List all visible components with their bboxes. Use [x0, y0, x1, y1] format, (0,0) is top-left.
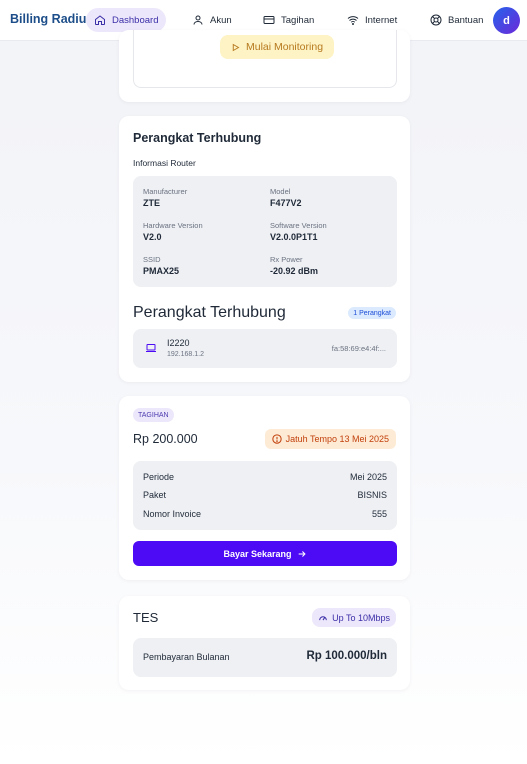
- detail-label: Paket: [143, 490, 167, 500]
- field-rx-power: Rx Power -20.92 dBm: [270, 255, 318, 276]
- lifebuoy-icon: [430, 14, 442, 26]
- field-software-version: Software Version V2.0.0P1T1: [270, 221, 327, 242]
- field-value: F477V2: [270, 198, 302, 208]
- gauge-icon: [319, 615, 327, 620]
- bill-amount: Rp 200.000: [133, 432, 198, 446]
- laptop-icon: [146, 344, 156, 352]
- field-value: PMAX25: [143, 266, 180, 276]
- field-label: Model: [270, 187, 291, 196]
- arrow-right-icon: [298, 550, 306, 557]
- bill-card: TAGIHAN Rp 200.000 Jatuh Tempo 13 Mei 20…: [119, 396, 410, 580]
- device-name: I2220: [167, 338, 190, 348]
- field-label: Software Version: [270, 221, 327, 230]
- router-info-grid: Manufacturer ZTE Model F477V2 Hardware V…: [133, 176, 397, 287]
- detail-value: BISNIS: [357, 490, 387, 500]
- detail-value: Mei 2025: [349, 472, 387, 482]
- detail-row-periode: Periode Mei 2025: [143, 472, 387, 482]
- detail-label: Periode: [143, 472, 175, 482]
- pay-now-button[interactable]: Bayar Sekarang: [133, 541, 397, 566]
- detail-label: Nomor Invoice: [143, 509, 202, 519]
- package-card: TES Up To 10Mbps Pembayaran Bulanan Rp 1…: [119, 596, 410, 690]
- router-info-subtitle: Informasi Router: [133, 158, 196, 168]
- nav-label: Tagihan: [281, 14, 315, 26]
- due-date-badge: Jatuh Tempo 13 Mei 2025: [264, 429, 396, 449]
- wifi-icon: [347, 16, 359, 25]
- device-ip: 192.168.1.2: [167, 351, 204, 358]
- field-manufacturer: Manufacturer ZTE: [143, 187, 187, 208]
- field-model: Model F477V2: [270, 187, 302, 208]
- field-ssid: SSID PMAX25: [143, 255, 179, 276]
- brand-logo[interactable]: Billing Radius: [10, 12, 93, 26]
- alert-circle-icon: [271, 434, 282, 444]
- field-label: Hardware Version: [143, 221, 203, 230]
- package-name: TES: [133, 610, 159, 625]
- card-icon: [263, 16, 275, 24]
- monthly-payment-label: Pembayaran Bulanan: [143, 652, 230, 662]
- device-list-item[interactable]: I2220 192.168.1.2 fa:58:69:e4:4f:...: [133, 329, 397, 368]
- user-icon: [193, 15, 203, 25]
- due-date-label: Jatuh Tempo 13 Mei 2025: [285, 434, 389, 444]
- device-mac: fa:58:69:e4:4f:...: [331, 344, 386, 353]
- nav-item-internet[interactable]: Internet: [339, 8, 405, 32]
- connected-devices-title: Perangkat Terhubung: [133, 304, 286, 321]
- start-monitoring-button[interactable]: Mulai Monitoring: [220, 35, 335, 59]
- detail-value: 555: [371, 509, 387, 519]
- nav-label: Internet: [365, 14, 398, 26]
- start-monitoring-label: Mulai Monitoring: [246, 41, 324, 53]
- nav-label: Akun: [210, 14, 232, 26]
- monthly-payment-row: Pembayaran Bulanan Rp 100.000/bln: [133, 638, 397, 677]
- nav-label: Dashboard: [112, 14, 159, 26]
- play-icon: [232, 43, 240, 51]
- avatar[interactable]: d: [493, 7, 520, 34]
- monitor-panel: Mulai Monitoring: [133, 30, 397, 88]
- field-label: SSID: [143, 255, 161, 264]
- speed-label: Up To 10Mbps: [332, 612, 390, 623]
- field-label: Manufacturer: [143, 187, 188, 196]
- nav-item-bantuan[interactable]: Bantuan: [422, 8, 491, 32]
- router-section-title: Perangkat Terhubung: [133, 131, 262, 145]
- bill-tag: TAGIHAN: [133, 408, 174, 422]
- field-hardware-version: Hardware Version V2.0: [143, 221, 203, 242]
- bill-details: Periode Mei 2025 Paket BISNIS Nomor Invo…: [133, 461, 397, 530]
- detail-row-invoice: Nomor Invoice 555: [143, 509, 387, 519]
- pay-now-label: Bayar Sekarang: [223, 548, 292, 559]
- nav-item-tagihan[interactable]: Tagihan: [255, 8, 322, 32]
- home-icon: [95, 15, 105, 25]
- monthly-payment-value: Rp 100.000/bln: [306, 650, 387, 662]
- speed-badge: Up To 10Mbps: [312, 608, 396, 627]
- nav-item-dashboard[interactable]: Dashboard: [86, 8, 167, 32]
- field-value: -20.92 dBm: [270, 266, 319, 276]
- field-value: V2.0.0P1T1: [270, 232, 318, 242]
- nav-label: Bantuan: [448, 14, 484, 26]
- router-card: Perangkat Terhubung Informasi Router Man…: [119, 116, 410, 382]
- device-count-badge: 1 Perangkat: [348, 307, 396, 319]
- field-value: V2.0: [143, 232, 162, 242]
- detail-row-paket: Paket BISNIS: [143, 490, 387, 500]
- field-label: Rx Power: [270, 255, 303, 264]
- nav-item-akun[interactable]: Akun: [184, 8, 240, 32]
- field-value: ZTE: [143, 198, 160, 208]
- monitor-card: Mulai Monitoring: [119, 30, 410, 102]
